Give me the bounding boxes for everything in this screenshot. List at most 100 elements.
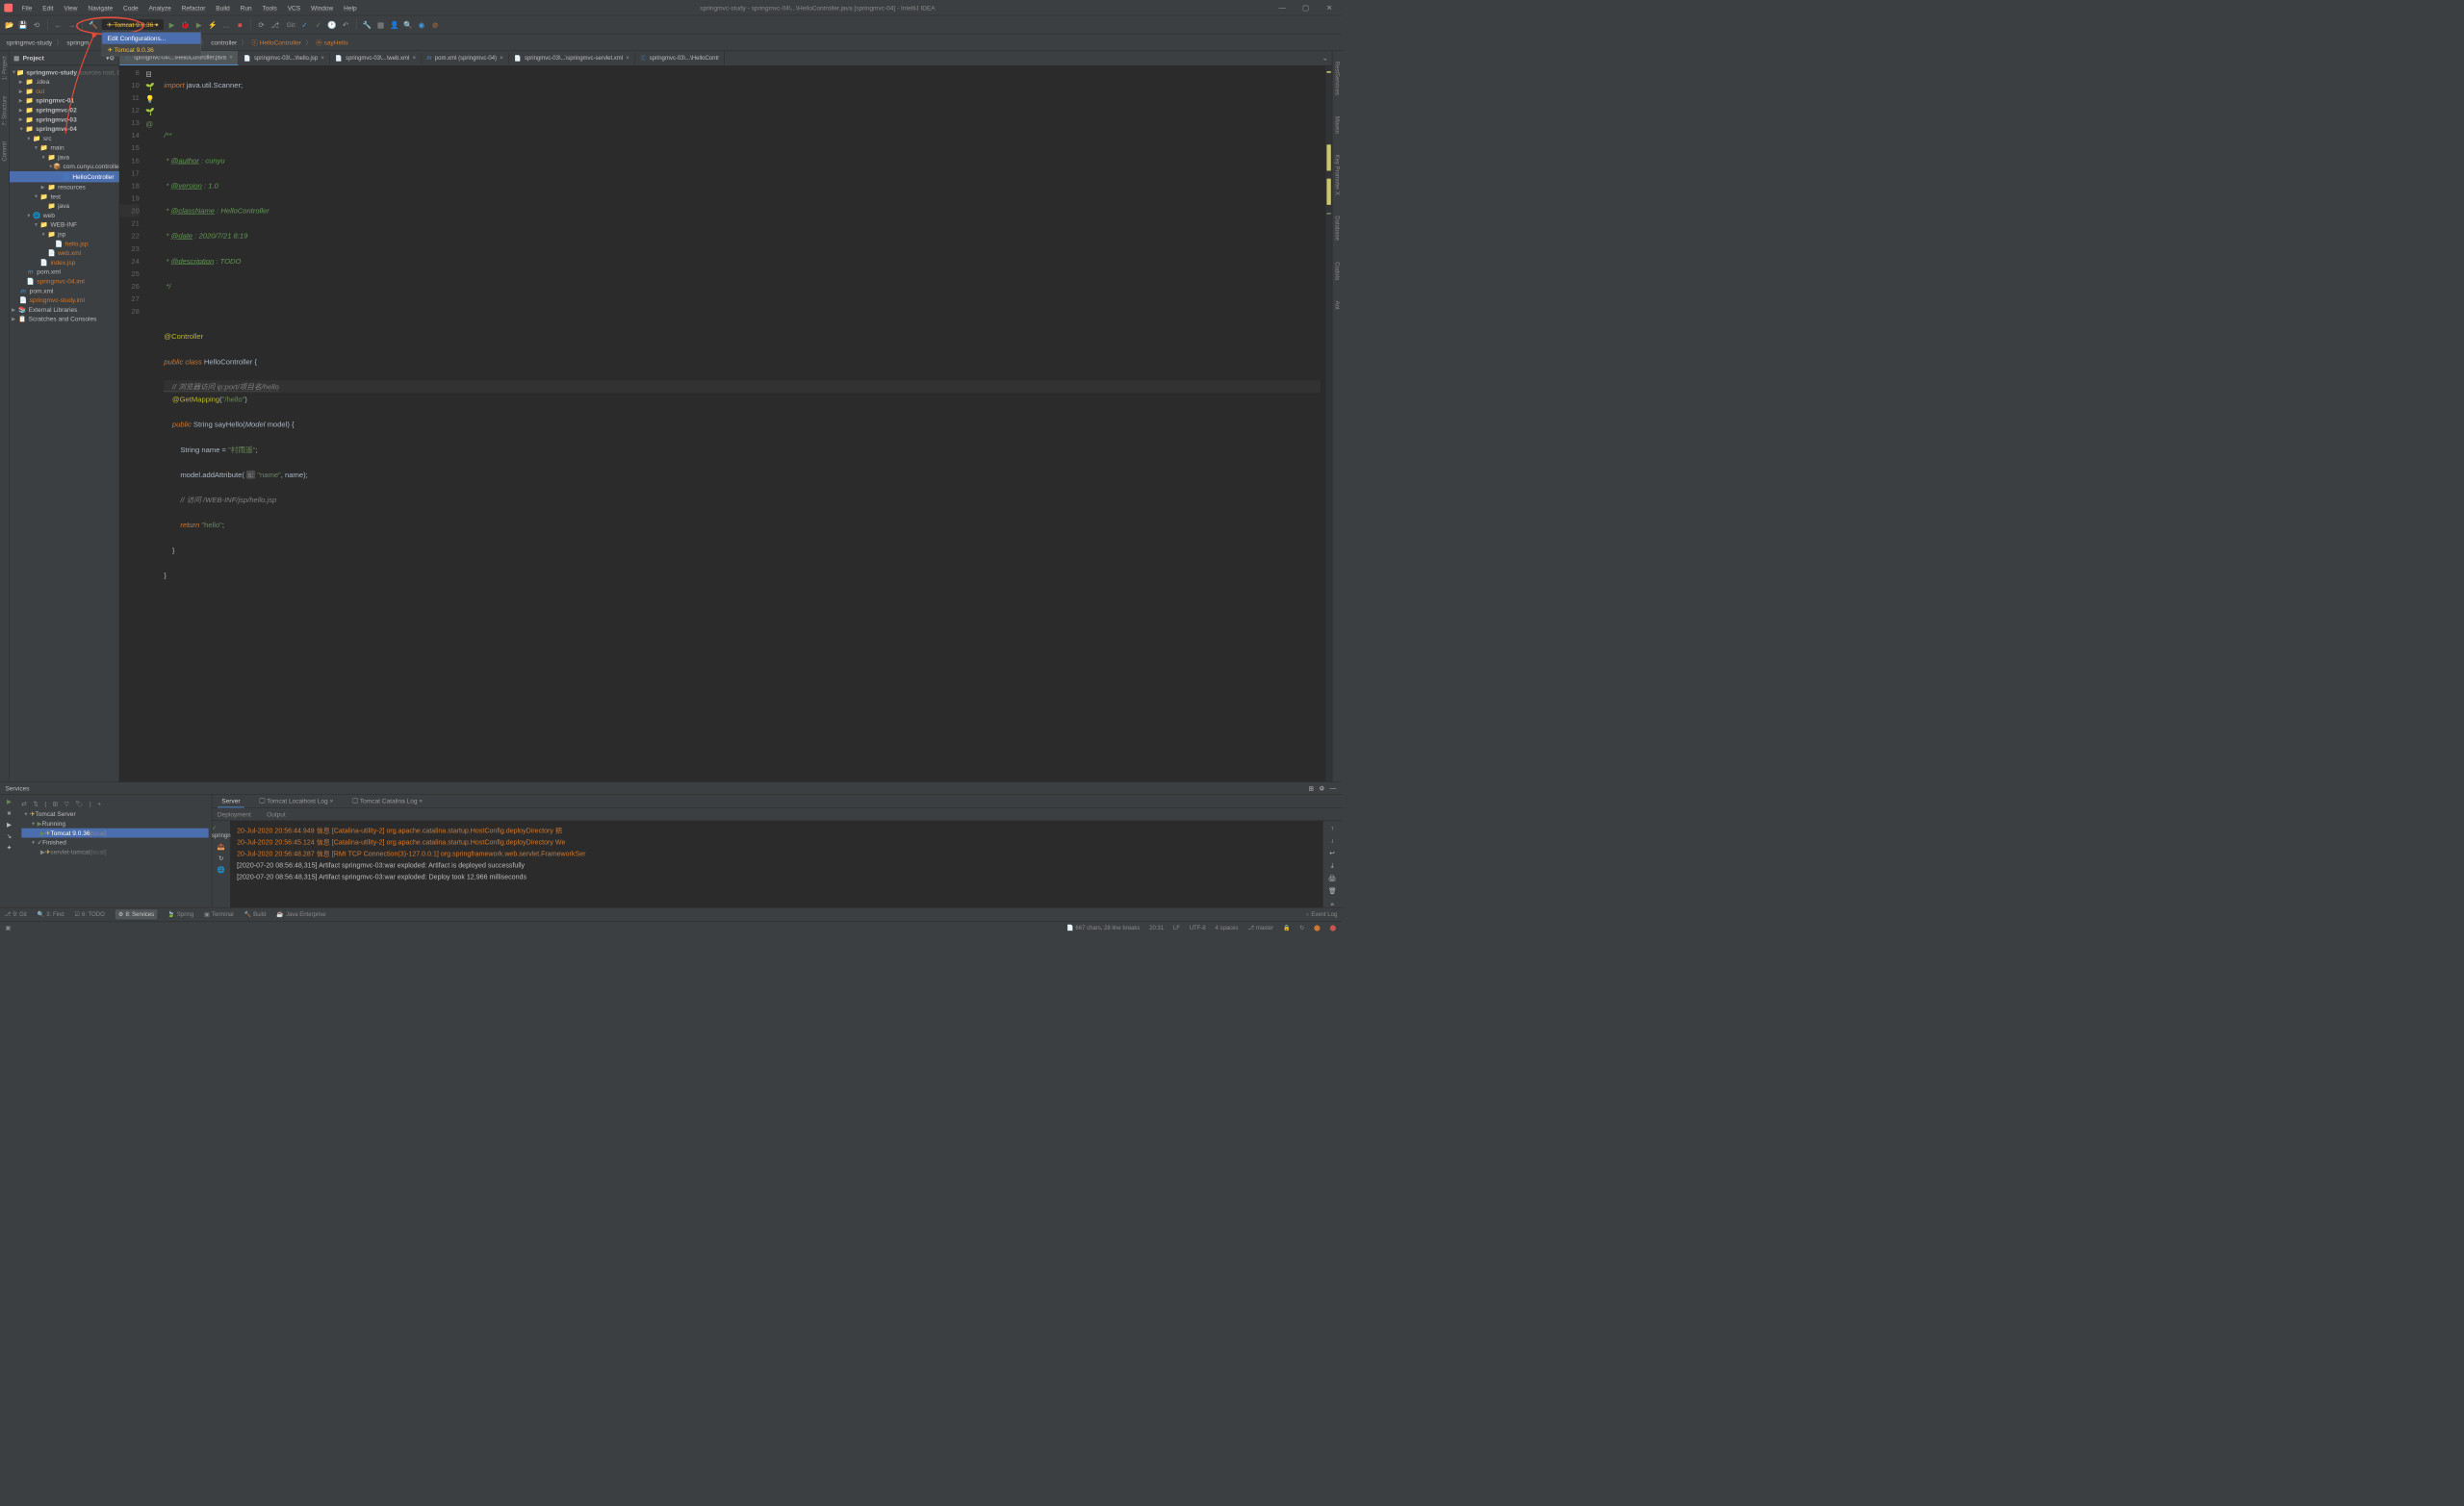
console-more-icon[interactable]: » <box>1330 900 1334 907</box>
svc-browser-icon[interactable]: 🌐 <box>218 866 225 874</box>
side-database[interactable]: Database <box>1334 217 1341 242</box>
services-hide-icon[interactable]: — <box>1330 784 1337 792</box>
commit-icon[interactable]: ✓ <box>299 19 310 30</box>
code-content[interactable]: import java.util.Scanner; /** * @author … <box>159 66 1325 782</box>
svc-refresh-icon[interactable]: ↻ <box>218 855 223 862</box>
status-error-icon[interactable]: ⬤ <box>1330 924 1337 931</box>
menu-run[interactable]: Run <box>236 2 256 13</box>
menu-vcs[interactable]: VCS <box>283 2 304 13</box>
maximize-button[interactable]: ▢ <box>1297 3 1313 12</box>
console-up-icon[interactable]: ↑ <box>1331 824 1334 831</box>
push-icon[interactable]: ✓ <box>313 19 323 30</box>
btab-todo[interactable]: ☑ 6: TODO <box>74 911 104 918</box>
status-le[interactable]: LF <box>1173 925 1180 932</box>
close-button[interactable]: ✕ <box>1322 3 1337 12</box>
status-warn-icon[interactable]: ⬤ <box>1314 924 1321 931</box>
tab-2[interactable]: 📄springmvc-03\...\web.xml× <box>330 52 422 64</box>
status-enc[interactable]: UTF-8 <box>1190 925 1206 932</box>
side-commit[interactable]: Commit <box>1 141 8 162</box>
build-icon[interactable]: 🔨 <box>88 19 98 30</box>
svc-stop-icon[interactable]: ■ <box>8 809 12 817</box>
avatar-icon[interactable]: 👤 <box>389 19 399 30</box>
tree-controller[interactable]: ⓒHelloController <box>10 171 119 182</box>
btab-javaee[interactable]: ☕ Java Enterprise <box>276 911 325 918</box>
side-codola[interactable]: Codola <box>1334 262 1341 280</box>
tree-src[interactable]: ▼📁src <box>10 134 119 143</box>
tree-java[interactable]: ▼📁java <box>10 152 119 162</box>
side-project[interactable]: 1: Project <box>1 56 8 80</box>
gitee-icon[interactable]: ◉ <box>417 19 427 30</box>
popup-tomcat[interactable]: ✈ Tomcat 9.0.36 <box>102 44 200 56</box>
bc-class[interactable]: ⓒ HelloController <box>248 37 304 49</box>
tree-resources[interactable]: ▶📁resources <box>10 182 119 191</box>
menu-build[interactable]: Build <box>212 2 234 13</box>
menu-help[interactable]: Help <box>340 2 361 13</box>
settings-icon[interactable]: 🔧 <box>362 19 372 30</box>
menu-tools[interactable]: Tools <box>258 2 281 13</box>
menu-navigate[interactable]: Navigate <box>84 2 117 13</box>
forward-icon[interactable]: → <box>66 19 77 30</box>
svc-tomcat-root[interactable]: ▼✈ Tomcat Server <box>21 809 208 819</box>
tree-out[interactable]: ▶📁out <box>10 87 119 96</box>
side-ant[interactable]: Ant <box>1334 301 1341 310</box>
tree-m4[interactable]: ▼📁springmvc-04 <box>10 124 119 134</box>
svc-config[interactable]: ▶ ✈ Tomcat 9.0.36 [local] <box>21 829 208 838</box>
tree-pkg[interactable]: ▼📦com.cunyu.controller <box>10 162 119 171</box>
svc-expand-icon[interactable]: ⇄ <box>21 800 26 807</box>
menu-view[interactable]: View <box>60 2 82 13</box>
profile-icon[interactable]: ⚡ <box>208 19 218 30</box>
console-clear-icon[interactable]: 🗑 <box>1328 887 1336 895</box>
tree-jsp[interactable]: ▼📁jsp <box>10 229 119 239</box>
update-icon[interactable]: ⟳ <box>256 19 267 30</box>
tab-3[interactable]: mpom.xml (springmvc-04)× <box>422 52 509 64</box>
status-branch[interactable]: ⎇ master <box>1247 924 1273 931</box>
tree-main[interactable]: ▼📁main <box>10 143 119 153</box>
run-config-dropdown[interactable]: ✈ Tomcat 9.0.36 ▾ Edit Configurations...… <box>102 19 164 30</box>
side-maven[interactable]: Maven <box>1334 116 1341 134</box>
svc-filter-icon[interactable]: ✦ <box>7 844 12 852</box>
tree-testjava[interactable]: 📁java <box>10 201 119 211</box>
svc-finished[interactable]: ▼✓ Finished <box>21 837 208 847</box>
tabs-more-icon[interactable]: ⌄ <box>1319 55 1332 63</box>
tree-idea[interactable]: ▶📁.idea <box>10 77 119 87</box>
btab-build[interactable]: 🔨 Build <box>244 911 266 918</box>
tab-1[interactable]: 📄springmvc-03\...\hello.jsp× <box>239 52 330 64</box>
status-sync-icon[interactable]: ↻ <box>1299 924 1304 931</box>
open-icon[interactable]: 📂 <box>4 19 14 30</box>
btab-spring[interactable]: 🍃 Spring <box>167 911 193 918</box>
save-icon[interactable]: 💾 <box>18 19 29 30</box>
subtab-output[interactable]: Output <box>267 810 286 818</box>
menu-edit[interactable]: Edit <box>38 2 58 13</box>
console-wrap-icon[interactable]: ↩ <box>1329 849 1334 856</box>
tree-extlib[interactable]: ▶📚External Libraries <box>10 305 119 315</box>
menu-refactor[interactable]: Refactor <box>177 2 209 13</box>
code-editor[interactable]: 8 10111213141516171819202122232425262728… <box>119 66 1332 782</box>
tree-hellojsp[interactable]: 📄hello.jsp <box>10 239 119 248</box>
bc-root[interactable]: springmvc-study <box>3 37 55 47</box>
svc-servlet[interactable]: ▶ ✈ servlet-tomcat [local] <box>21 847 208 856</box>
structure-icon[interactable]: ▦ <box>375 19 386 30</box>
side-structure[interactable]: 7: Structure <box>1 96 8 126</box>
side-rest[interactable]: RestServices <box>1334 62 1341 95</box>
back-icon[interactable]: ← <box>53 19 64 30</box>
svc-running[interactable]: ▼▶ Running <box>21 819 208 829</box>
status-lock-icon[interactable]: 🔒 <box>1283 924 1290 931</box>
tree-test[interactable]: ▼📁test <box>10 191 119 201</box>
tree-pom[interactable]: mpom.xml <box>10 286 119 295</box>
tab-close-icon[interactable]: × <box>229 55 233 62</box>
svc-add-icon[interactable]: + <box>97 800 101 807</box>
tree-root[interactable]: ▼📁springmvc-study sources root, D:\Per..… <box>10 67 119 77</box>
btab-git[interactable]: ⎇ 9: Git <box>4 911 26 918</box>
console-scroll-icon[interactable]: ⤓ <box>1331 862 1334 870</box>
svc-tab-localhost[interactable]: 🖵 Tomcat Localhost Log × <box>255 795 338 807</box>
tree-pom4[interactable]: mpom.xml <box>10 268 119 277</box>
tree-indexjsp[interactable]: 📄index.jsp <box>10 258 119 268</box>
rerun-icon[interactable]: ▶ <box>7 798 12 805</box>
svc-deploy-icon[interactable]: 📤 <box>218 843 225 851</box>
menu-analyze[interactable]: Analyze <box>144 2 175 13</box>
bc-method[interactable]: ⓜ sayHello <box>313 37 351 49</box>
run-icon[interactable]: ▶ <box>167 19 177 30</box>
status-msg-icon[interactable]: ▣ <box>5 924 11 931</box>
svc-update-icon[interactable]: ↘ <box>7 832 12 840</box>
tree-web[interactable]: ▼🌐web <box>10 211 119 220</box>
